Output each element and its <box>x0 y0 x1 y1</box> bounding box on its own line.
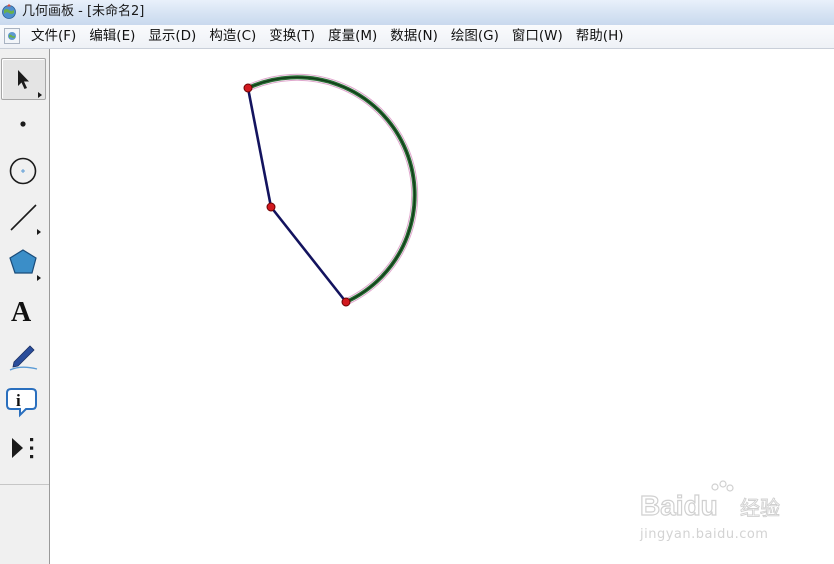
menu-item-6[interactable]: 数据(N) <box>389 25 444 48</box>
line-segment-icon <box>10 204 41 235</box>
menu-bar: 文件(F) 编辑(E) 显示(D) 构造(C) 变换(T) 度量(M) 数据(N) 绘图(G)… <box>0 25 834 49</box>
segment-lower[interactable] <box>269 206 348 303</box>
arc[interactable] <box>247 76 416 303</box>
pentagon-icon <box>9 249 41 281</box>
menu-item-4[interactable]: 变换(T) <box>268 25 321 48</box>
point-tool[interactable] <box>1 103 46 145</box>
custom-tools[interactable] <box>1 426 46 468</box>
menu-item-9[interactable]: 帮助(H) <box>575 25 630 48</box>
menu-items: 文件(F) 编辑(E) 显示(D) 构造(C) 变换(T) 度量(M) 数据(N) 绘图(G)… <box>30 25 635 48</box>
window-title: 几何画板 - [未命名2] <box>22 4 145 19</box>
svg-text:Baidu: Baidu <box>640 490 718 521</box>
menu-item-3[interactable]: 构造(C) <box>208 25 262 48</box>
info-icon: i <box>6 388 37 418</box>
arrow-tool[interactable] <box>1 58 46 100</box>
point-icon <box>20 121 26 127</box>
svg-text:i: i <box>16 391 21 410</box>
svg-text:A: A <box>11 297 32 328</box>
globe-icon <box>2 3 16 19</box>
baidu-watermark: Baidu 经验 jingyan.baidu.com <box>640 477 790 547</box>
watermark-url: jingyan.baidu.com <box>640 527 769 542</box>
circle-icon <box>9 157 37 185</box>
compass-tool[interactable] <box>1 150 46 192</box>
marker-pen-icon <box>9 345 38 371</box>
menu-item-0[interactable]: 文件(F) <box>30 25 82 48</box>
svg-text:经验: 经验 <box>740 496 780 520</box>
menu-item-1[interactable]: 编辑(E) <box>88 25 141 48</box>
menu-item-5[interactable]: 度量(M) <box>327 25 383 48</box>
text-a-icon: A <box>11 297 32 328</box>
menu-item-2[interactable]: 显示(D) <box>147 25 202 48</box>
document-icon[interactable] <box>4 28 20 44</box>
point-bottom[interactable] <box>341 297 351 307</box>
baidu-paw-icon: Baidu 经验 <box>640 480 780 522</box>
segment-upper[interactable] <box>246 87 273 208</box>
text-tool[interactable]: A <box>1 288 46 330</box>
title-bar: 几何画板 - [未命名2] <box>0 0 834 25</box>
straightedge-tool[interactable] <box>1 196 46 238</box>
point-top[interactable] <box>243 83 253 93</box>
play-more-icon <box>12 438 34 459</box>
point-middle[interactable] <box>266 202 276 212</box>
menu-item-8[interactable]: 窗口(W) <box>511 25 569 48</box>
polygon-tool[interactable] <box>1 242 46 284</box>
toolbox-separator <box>0 484 49 485</box>
menu-item-7[interactable]: 绘图(G) <box>450 25 505 48</box>
marker-tool[interactable] <box>1 334 46 376</box>
information-tool[interactable]: i <box>1 380 46 422</box>
toolbox: A i <box>0 49 50 564</box>
arrow-cursor-icon <box>18 70 42 98</box>
